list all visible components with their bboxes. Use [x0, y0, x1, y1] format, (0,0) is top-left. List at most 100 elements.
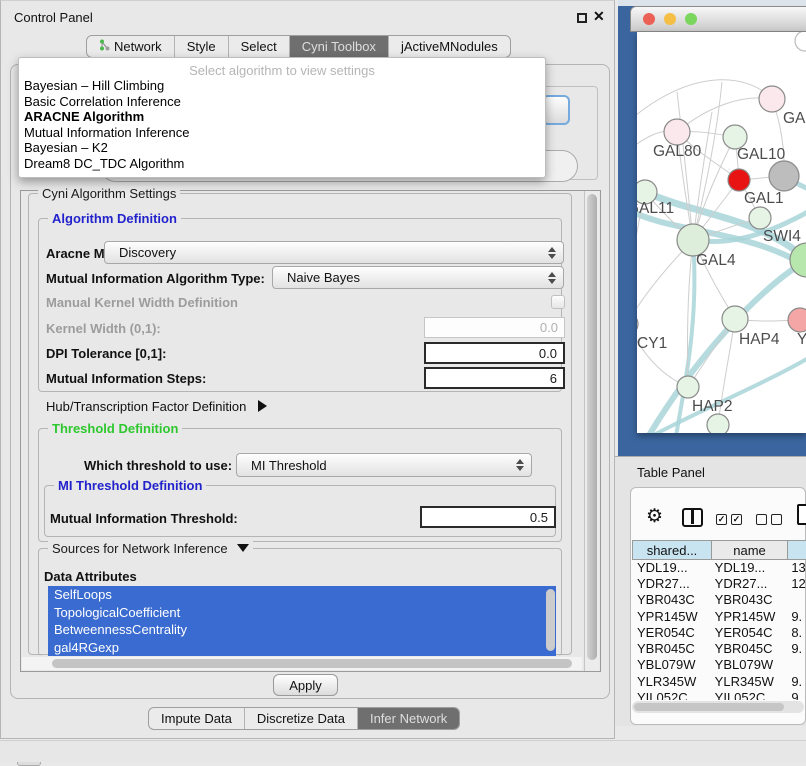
algorithm-option[interactable]: Basic Correlation Inference — [19, 94, 545, 110]
table-row[interactable]: YDR27...YDR27...12 — [632, 575, 806, 591]
vertical-scrollbar[interactable] — [584, 191, 599, 671]
network-node-gal1[interactable] — [728, 169, 750, 191]
table-row[interactable]: YIL052CYIL052C9 — [632, 689, 806, 700]
horizontal-scrollbar[interactable] — [22, 657, 582, 670]
attribute-list-item[interactable]: TopologicalCoefficient — [48, 604, 556, 622]
table-cell[interactable]: YBR043C — [632, 592, 710, 608]
network-node[interactable] — [769, 161, 799, 191]
expand-arrow-icon[interactable] — [258, 400, 267, 412]
algorithm-option[interactable]: Mutual Information Inference — [19, 125, 545, 141]
mi-algorithm-type-select[interactable]: Naive Bayes — [272, 266, 564, 289]
tab-discretize-data[interactable]: Discretize Data — [244, 708, 357, 729]
table-row[interactable]: YLR345WYLR345W9. — [632, 673, 806, 689]
network-node[interactable] — [707, 414, 729, 433]
apply-button[interactable]: Apply — [273, 674, 338, 696]
column-header-3[interactable]: A — [788, 541, 806, 560]
table-cell[interactable]: 9. — [786, 673, 806, 689]
network-node[interactable] — [795, 32, 806, 51]
zoom-traffic-light[interactable] — [685, 13, 697, 25]
table-cell[interactable]: YIL052C — [632, 689, 710, 700]
table-cell[interactable]: YLR345W — [632, 673, 710, 689]
table-cell[interactable]: YDL19... — [710, 559, 787, 575]
table-cell[interactable]: 12 — [786, 575, 806, 591]
column-header-name[interactable]: name — [712, 541, 788, 560]
network-node-gal80[interactable] — [664, 119, 690, 145]
gear-icon[interactable]: ⚙ — [646, 505, 663, 528]
table-cell[interactable]: YDR27... — [632, 575, 710, 591]
attribute-list-item[interactable]: BetweennessCentrality — [48, 621, 556, 639]
hub-definition-toggle[interactable]: Hub/Transcription Factor Definition — [46, 399, 267, 414]
table-cell[interactable]: YBR045C — [632, 640, 710, 656]
close-traffic-light[interactable] — [643, 13, 655, 25]
aracne-mode-select[interactable]: Discovery — [104, 241, 564, 264]
tab-select[interactable]: Select — [228, 36, 289, 57]
tab-cyni-toolbox[interactable]: Cyni Toolbox — [289, 36, 388, 57]
table-cell[interactable] — [786, 592, 806, 608]
network-canvas[interactable]: GALGAL80GAL10GAL1GAL11SWI4GAL4GCY1HAP4YH… — [637, 32, 806, 433]
table-horizontal-scrollbar[interactable] — [632, 701, 804, 713]
collapse-arrow-icon[interactable] — [237, 544, 249, 552]
table-cell[interactable]: 8. — [786, 624, 806, 640]
table-row[interactable]: YBR045CYBR045C9. — [632, 640, 806, 656]
focused-combo-fragment[interactable] — [542, 95, 570, 125]
table-row[interactable]: YPR145WYPR145W9. — [632, 608, 806, 624]
network-window-titlebar[interactable] — [630, 6, 806, 32]
table-row[interactable]: YBR043CYBR043C — [632, 592, 806, 608]
manual-kernel-width-checkbox[interactable] — [551, 295, 565, 309]
sources-group-title[interactable]: Sources for Network Inference — [48, 541, 253, 556]
table-cell[interactable]: YBR045C — [710, 640, 787, 656]
tab-jactivemnodules[interactable]: jActiveMNodules — [388, 36, 510, 57]
attribute-list-item[interactable]: SelfLoops — [48, 586, 556, 604]
deselect-all-icon[interactable] — [756, 514, 782, 525]
close-window-button[interactable]: ✕ — [593, 8, 605, 25]
table-cell[interactable]: 9. — [786, 608, 806, 624]
table-row[interactable]: YDL19...YDL19...13 — [632, 559, 806, 575]
algorithm-option[interactable]: Bayesian – Hill Climbing — [19, 78, 545, 94]
table-cell[interactable]: YPR145W — [632, 608, 710, 624]
network-node-gal[interactable] — [759, 86, 785, 112]
which-threshold-select[interactable]: MI Threshold — [236, 453, 532, 477]
table-cell[interactable]: YDL19... — [632, 559, 710, 575]
table-cell[interactable]: YLR345W — [710, 673, 787, 689]
tab-impute-data[interactable]: Impute Data — [149, 708, 244, 729]
mi-steps-field[interactable]: 6 — [424, 367, 565, 389]
select-all-icon[interactable]: ✓✓ — [716, 514, 742, 525]
table-cell[interactable]: YBR043C — [710, 592, 787, 608]
data-attributes-list[interactable]: SelfLoopsTopologicalCoefficientBetweenne… — [48, 586, 556, 656]
table-cell[interactable]: 13 — [786, 559, 806, 575]
table-cell[interactable]: YBL079W — [710, 657, 787, 673]
table-cell[interactable]: YPR145W — [710, 608, 787, 624]
network-node-gcy1[interactable] — [637, 313, 638, 335]
tab-style[interactable]: Style — [174, 36, 228, 57]
split-columns-icon[interactable] — [682, 508, 703, 527]
kernel-width-field[interactable]: 0.0 — [424, 317, 565, 338]
table-cell[interactable]: YER054C — [632, 624, 710, 640]
network-node-swi4[interactable] — [749, 207, 771, 229]
table-cell[interactable]: 9. — [786, 640, 806, 656]
attribute-list-item[interactable]: gal4RGexp — [48, 639, 556, 657]
algorithm-option[interactable]: Bayesian – K2 — [19, 140, 545, 156]
algorithm-option[interactable]: Dream8 DC_TDC Algorithm — [19, 156, 545, 172]
mi-threshold-field[interactable]: 0.5 — [420, 506, 556, 528]
table-cell[interactable]: 9 — [786, 689, 806, 700]
list-scrollbar[interactable] — [546, 589, 555, 651]
table-cell[interactable]: YER054C — [710, 624, 787, 640]
dpi-tolerance-field[interactable]: 0.0 — [424, 342, 565, 364]
table-row[interactable]: YER054CYER054C8. — [632, 624, 806, 640]
float-window-button[interactable] — [577, 13, 587, 23]
column-header-shared-name[interactable]: shared... — [633, 541, 712, 560]
table-cell[interactable]: YIL052C — [710, 689, 787, 700]
table-row[interactable]: YBL079WYBL079W — [632, 657, 806, 673]
algorithm-option[interactable]: ARACNE Algorithm — [19, 109, 545, 125]
network-node-hap2[interactable] — [677, 376, 699, 398]
tab-network[interactable]: Network — [87, 36, 174, 57]
node-table-header[interactable]: shared... name A — [632, 540, 806, 560]
minimize-traffic-light[interactable] — [664, 13, 676, 25]
node-table-body[interactable]: YDL19...YDL19...13YDR27...YDR27...12YBR0… — [632, 559, 806, 700]
table-cell[interactable]: YBL079W — [632, 657, 710, 673]
table-cell[interactable]: YDR27... — [710, 575, 787, 591]
network-node-hap4[interactable] — [722, 306, 748, 332]
file-icon[interactable] — [797, 504, 806, 525]
table-cell[interactable] — [786, 657, 806, 673]
tab-infer-network[interactable]: Infer Network — [357, 708, 459, 729]
